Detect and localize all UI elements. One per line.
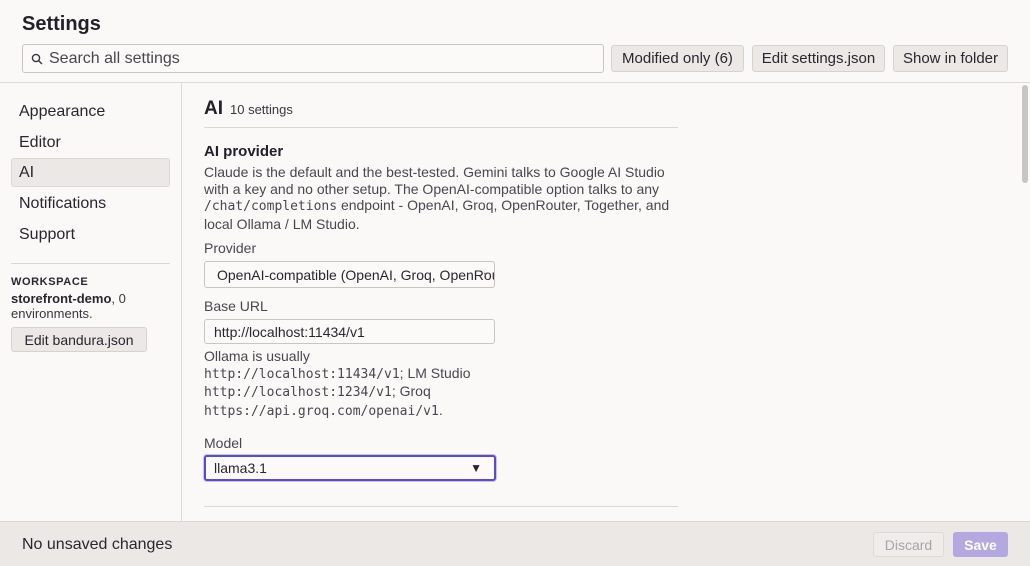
description-code: /chat/completions	[204, 199, 338, 214]
page-title: Settings	[22, 13, 101, 35]
modified-only-button[interactable]: Modified only (6)	[611, 45, 744, 72]
workspace-info: storefront-demo, 0 environments.	[11, 291, 171, 321]
help-code-3: https://api.groq.com/openai/v1	[204, 403, 439, 419]
model-label: Model	[204, 435, 243, 451]
workspace-name: storefront-demo	[11, 291, 112, 306]
sidebar-item-editor[interactable]: Editor	[11, 128, 170, 157]
help-code-1: http://localhost:11434/v1	[204, 366, 400, 382]
chevron-down-icon: ⌄	[481, 267, 490, 278]
model-select[interactable]: llama3.1 ▼	[204, 455, 496, 481]
help-text-1: Ollama is usually	[204, 348, 310, 364]
section-count: 10 settings	[230, 102, 293, 117]
discard-button[interactable]: Discard	[873, 532, 944, 557]
search-box[interactable]	[22, 44, 604, 73]
section-divider	[204, 127, 678, 128]
help-text-3: ; Groq	[391, 383, 431, 399]
provider-select[interactable]: OpenAI-compatible (OpenAI, Groq, OpenRou…	[204, 261, 495, 288]
sidebar-item-ai[interactable]: AI	[11, 158, 170, 187]
model-value: llama3.1	[214, 460, 267, 476]
base-url-input[interactable]: http://localhost:11434/v1	[204, 319, 495, 344]
base-url-label: Base URL	[204, 298, 268, 314]
search-input[interactable]	[49, 49, 589, 68]
description-text: Claude is the default and the best-teste…	[204, 164, 665, 197]
provider-label: Provider	[204, 240, 257, 256]
footer-bar: No unsaved changes Discard Save	[0, 521, 1030, 566]
show-in-folder-button[interactable]: Show in folder	[893, 45, 1008, 72]
help-text-4: .	[438, 401, 443, 418]
setting-description: Claude is the default and the best-teste…	[204, 164, 684, 232]
provider-value: OpenAI-compatible (OpenAI, Groq, OpenRou…	[217, 266, 494, 283]
sidebar: Appearance Editor AI Notifications Suppo…	[0, 83, 182, 521]
help-text-2: ; LM Studio	[399, 364, 471, 381]
sidebar-divider	[11, 263, 170, 264]
scrollbar[interactable]	[1022, 85, 1028, 183]
base-url-help: Ollama is usually http://localhost:11434…	[204, 348, 504, 420]
settings-content: AI 10 settings AI provider Claude is the…	[183, 83, 1030, 521]
settings-header: Settings Modified only (6) Edit settings…	[0, 0, 1030, 83]
setting-title: AI provider	[204, 143, 284, 160]
edit-settings-json-button[interactable]: Edit settings.json	[752, 45, 885, 72]
search-icon	[31, 53, 43, 64]
edit-workspace-button[interactable]: Edit bandura.json	[11, 327, 147, 352]
workspace-label: WORKSPACE	[11, 276, 89, 288]
section-title: AI	[204, 98, 223, 119]
sidebar-item-appearance[interactable]: Appearance	[11, 97, 170, 126]
sidebar-item-support[interactable]: Support	[11, 220, 170, 249]
help-code-2: http://localhost:1234/v1	[204, 385, 392, 400]
section-divider-bottom	[204, 506, 678, 507]
save-status: No unsaved changes	[22, 536, 173, 553]
dropdown-arrow-icon: ▼	[470, 461, 482, 475]
sidebar-item-notifications[interactable]: Notifications	[11, 189, 170, 218]
save-button[interactable]: Save	[953, 532, 1008, 557]
